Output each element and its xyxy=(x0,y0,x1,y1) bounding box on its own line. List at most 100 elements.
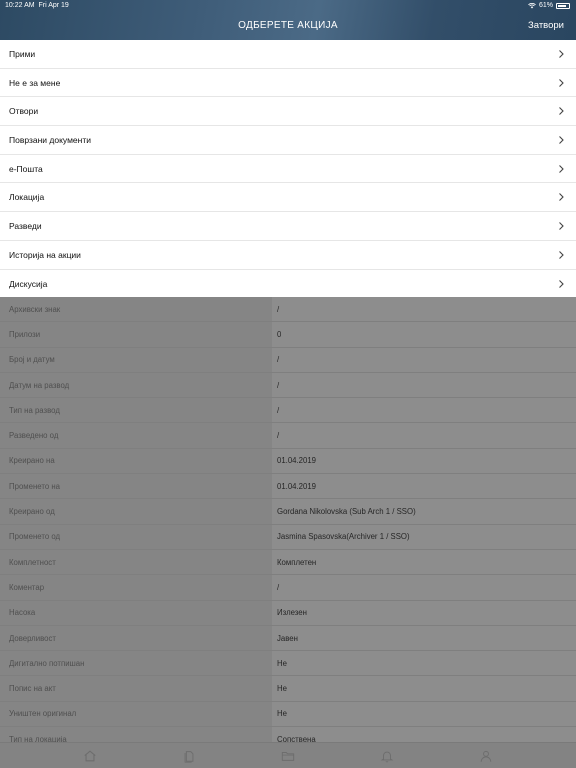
action-label: Историја на акции xyxy=(9,249,81,260)
detail-row: Дигитално потпишан Не xyxy=(0,651,576,677)
detail-label: Креирано од xyxy=(0,499,272,524)
chevron-right-icon xyxy=(559,164,564,173)
action-label: Разведи xyxy=(9,220,42,231)
action-item-open[interactable]: Отвори xyxy=(0,97,576,127)
status-clock: 10:22 AM xyxy=(5,2,35,9)
detail-row: Разведено од / xyxy=(0,423,576,449)
chevron-right-icon xyxy=(559,250,564,259)
detail-row: Тип на локација Сопствена xyxy=(0,727,576,742)
action-item-related-documents[interactable]: Поврзани документи xyxy=(0,126,576,155)
bell-icon xyxy=(380,751,394,762)
navigation-header: 10:22 AM Fri Apr 19 61% ОДБЕРЕТЕ АКЦИЈА … xyxy=(0,0,576,40)
tab-notifications[interactable] xyxy=(338,749,437,763)
detail-row: Попис на акт Не xyxy=(0,676,576,702)
status-bar: 10:22 AM Fri Apr 19 61% xyxy=(0,0,576,11)
chevron-right-icon xyxy=(559,136,564,144)
page-title: ОДБЕРЕТЕ АКЦИЈА xyxy=(238,20,338,31)
detail-row: Архивски знак / xyxy=(0,297,576,323)
detail-label: Попис на акт xyxy=(0,676,272,701)
status-right: 61% xyxy=(528,2,570,9)
detail-value: Gordana Nikolovska (Sub Arch 1 / SSO) xyxy=(272,499,576,524)
detail-row: Тип на развод / xyxy=(0,398,576,424)
detail-value: / xyxy=(272,575,576,600)
detail-label: Насока xyxy=(0,600,272,625)
action-label: Отвори xyxy=(9,106,39,117)
action-item-email[interactable]: е-Пошта xyxy=(0,155,576,184)
detail-label: Тип на локација xyxy=(0,727,272,742)
detail-value: / xyxy=(272,297,576,322)
tab-profile[interactable] xyxy=(437,749,536,763)
close-button[interactable]: Затвори xyxy=(528,20,564,31)
detail-label: Архивски знак xyxy=(0,297,272,322)
detail-value: Комплетен xyxy=(272,549,576,575)
action-label: Не е за мене xyxy=(9,77,61,88)
detail-label: Доверливост xyxy=(0,625,272,651)
detail-label: Креирано на xyxy=(0,448,272,474)
detail-value: / xyxy=(272,398,576,423)
chevron-right-icon xyxy=(559,279,564,288)
action-item-discussion[interactable]: Дискусија xyxy=(0,270,576,299)
detail-label: Тип на развод xyxy=(0,398,272,423)
detail-row: Креирано од Gordana Nikolovska (Sub Arch … xyxy=(0,499,576,525)
battery-percent: 61% xyxy=(538,2,553,9)
wifi-icon xyxy=(528,2,536,8)
detail-label: Променето на xyxy=(0,474,272,499)
detail-label: Датум на развод xyxy=(0,372,272,398)
detail-value: Јавен xyxy=(272,625,576,651)
detail-value: Не xyxy=(272,676,576,701)
detail-value: / xyxy=(272,347,576,372)
detail-value: Не xyxy=(272,651,576,676)
detail-row: Број и датум / xyxy=(0,347,576,373)
action-item-distribute[interactable]: Разведи xyxy=(0,212,576,241)
chevron-right-icon xyxy=(559,78,564,87)
detail-value: Излезен xyxy=(272,600,576,625)
detail-label: Дигитално потпишан xyxy=(0,651,272,676)
status-date: Fri Apr 19 xyxy=(38,2,69,9)
action-item-not-for-me[interactable]: Не е за мене xyxy=(0,69,576,98)
detail-row: Доверливост Јавен xyxy=(0,625,576,652)
detail-row: Насока Излезен xyxy=(0,600,576,626)
detail-row: Променето од Jasmina Spasovska(Archiver 1… xyxy=(0,524,576,550)
status-time: 10:22 AM Fri Apr 19 xyxy=(5,2,69,9)
detail-row: Креирано на 01.04.2019 xyxy=(0,448,576,475)
tab-documents[interactable] xyxy=(140,749,239,763)
action-label: Локација xyxy=(9,192,45,203)
action-item-location[interactable]: Локација xyxy=(0,183,576,213)
detail-value: 01.04.2019 xyxy=(272,448,576,474)
user-icon xyxy=(480,750,492,762)
documents-icon xyxy=(184,750,194,763)
chevron-right-icon xyxy=(559,49,564,58)
detail-label: Уништен оригинал xyxy=(0,701,272,727)
detail-value: 01.04.2019 xyxy=(272,474,576,499)
action-item-action-history[interactable]: Историја на акции xyxy=(0,241,576,270)
detail-value: Не xyxy=(272,701,576,727)
detail-value: Jasmina Spasovska(Archiver 1 / SSO) xyxy=(272,524,576,549)
detail-label: Комплетност xyxy=(0,549,272,575)
document-details-table: Архивски знак / Прилози 0 Број и датум / Да… xyxy=(0,297,576,742)
detail-label: Прилози xyxy=(0,322,272,347)
detail-row: Комплетност Комплетен xyxy=(0,549,576,576)
tab-home[interactable] xyxy=(41,749,140,763)
action-label: Прими xyxy=(9,48,36,59)
action-label: Дискусија xyxy=(9,278,48,289)
detail-value: / xyxy=(272,423,576,448)
tab-bar xyxy=(0,742,576,768)
detail-value: 0 xyxy=(272,322,576,347)
home-icon xyxy=(84,750,96,761)
detail-value: Сопствена xyxy=(272,727,576,742)
detail-row: Уништен оригинал Не xyxy=(0,701,576,728)
chevron-right-icon xyxy=(559,193,564,202)
action-item-receive[interactable]: Прими xyxy=(0,40,576,69)
battery-icon xyxy=(556,2,570,9)
detail-value: / xyxy=(272,372,576,398)
detail-row: Прилози 0 xyxy=(0,322,576,348)
folder-icon xyxy=(281,751,295,761)
chevron-right-icon xyxy=(559,107,564,116)
detail-row: Променето на 01.04.2019 xyxy=(0,474,576,500)
chevron-right-icon xyxy=(559,222,564,230)
detail-label: Разведено од xyxy=(0,423,272,448)
tab-folders[interactable] xyxy=(239,749,338,763)
detail-row: Коментар / xyxy=(0,575,576,601)
detail-label: Променето од xyxy=(0,524,272,549)
detail-row: Датум на развод / xyxy=(0,372,576,399)
